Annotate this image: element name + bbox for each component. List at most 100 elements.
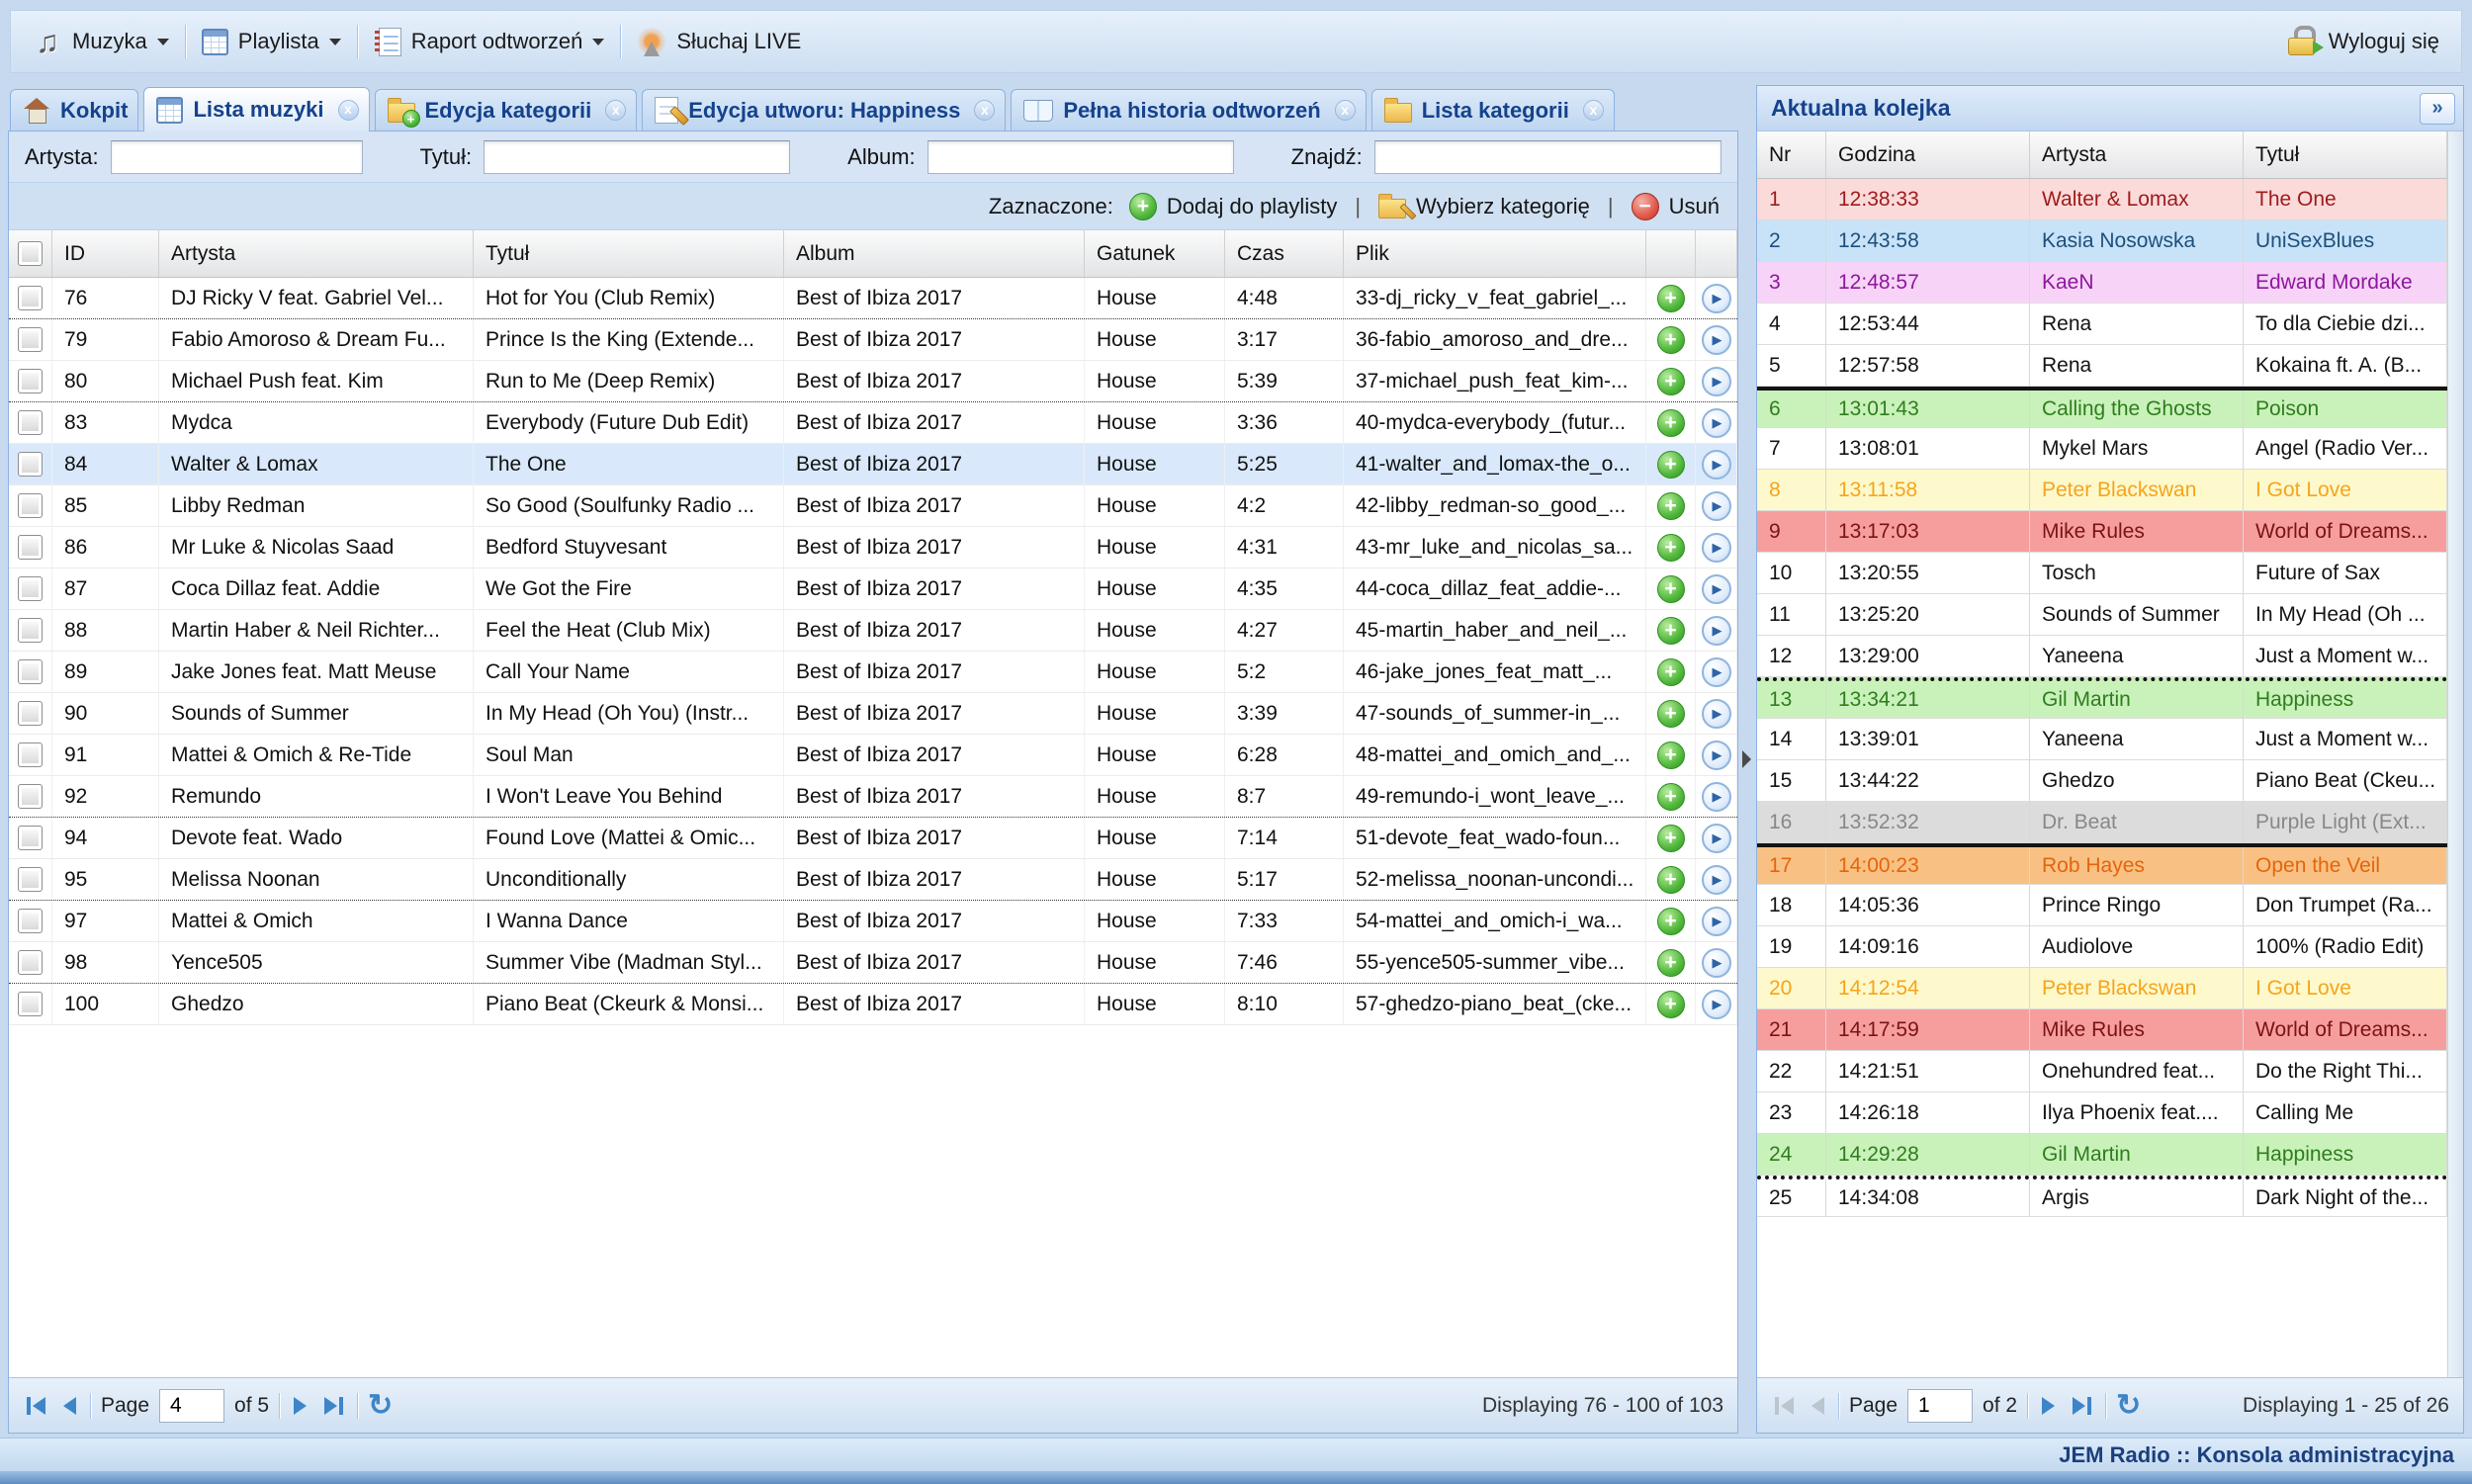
last-page-button[interactable] (320, 1391, 347, 1421)
queue-table-row[interactable]: 17 14:00:23 Rob Hayes Open the Veil (1757, 843, 2447, 885)
menu-raport-odtworzen[interactable]: Raport odtworzeń (366, 24, 613, 60)
next-page-button[interactable] (290, 1391, 310, 1421)
music-table-row[interactable]: 94 Devote feat. Wado Found Love (Mattei … (9, 818, 1737, 859)
tab-lista-muzyki[interactable]: Lista muzyki (143, 87, 369, 131)
play-icon[interactable] (1702, 491, 1731, 521)
column-header-album[interactable]: Album (784, 230, 1085, 277)
play-icon[interactable] (1702, 616, 1731, 646)
music-table-row[interactable]: 95 Melissa Noonan Unconditionally Best o… (9, 859, 1737, 901)
row-checkbox[interactable] (18, 369, 43, 393)
play-icon[interactable] (1702, 657, 1731, 687)
queue-scrollbar[interactable] (2447, 131, 2463, 1377)
queue-table-row[interactable]: 19 14:09:16 Audiolove 100% (Radio Edit) (1757, 926, 2447, 968)
close-icon[interactable] (1583, 100, 1604, 121)
tab-edycja-utworu[interactable]: Edycja utworu: Happiness (642, 89, 1006, 131)
play-icon[interactable] (1702, 408, 1731, 438)
row-checkbox[interactable] (18, 909, 43, 933)
add-to-playlist-icon[interactable] (1657, 575, 1685, 603)
music-table-row[interactable]: 91 Mattei & Omich & Re-Tide Soul Man Bes… (9, 735, 1737, 776)
row-checkbox[interactable] (18, 576, 43, 601)
add-to-playlist-icon[interactable] (1657, 617, 1685, 645)
row-checkbox[interactable] (18, 826, 43, 850)
album-input[interactable] (927, 140, 1234, 174)
queue-table-row[interactable]: 7 13:08:01 Mykel Mars Angel (Radio Ver..… (1757, 428, 2447, 470)
music-table-row[interactable]: 92 Remundo I Won't Leave You Behind Best… (9, 776, 1737, 818)
next-page-button[interactable] (2038, 1391, 2059, 1421)
menu-muzyka[interactable]: Muzyka (25, 20, 177, 64)
row-checkbox[interactable] (18, 659, 43, 684)
queue-table-row[interactable]: 14 13:39:01 Yaneena Just a Moment w... (1757, 719, 2447, 760)
collapse-panel-icon[interactable] (2420, 93, 2455, 125)
music-table-row[interactable]: 88 Martin Haber & Neil Richter... Feel t… (9, 610, 1737, 652)
queue-table-row[interactable]: 24 14:29:28 Gil Martin Happiness (1757, 1134, 2447, 1176)
select-all-header[interactable] (9, 230, 52, 277)
queue-table-row[interactable]: 25 14:34:08 Argis Dark Night of the... (1757, 1176, 2447, 1217)
queue-table-row[interactable]: 11 13:25:20 Sounds of Summer In My Head … (1757, 594, 2447, 636)
play-icon[interactable] (1702, 325, 1731, 355)
add-to-playlist-icon[interactable] (1657, 492, 1685, 520)
music-table-row[interactable]: 86 Mr Luke & Nicolas Saad Bedford Stuyve… (9, 527, 1737, 568)
music-table-row[interactable]: 80 Michael Push feat. Kim Run to Me (Dee… (9, 361, 1737, 402)
add-to-playlist-icon[interactable] (1657, 742, 1685, 769)
row-checkbox[interactable] (18, 327, 43, 352)
play-icon[interactable] (1702, 284, 1731, 313)
queue-table-row[interactable]: 12 13:29:00 Yaneena Just a Moment w... (1757, 636, 2447, 677)
add-to-playlist-icon[interactable] (1657, 326, 1685, 354)
tab-pelna-historia[interactable]: Pełna historia odtworzeń (1011, 89, 1366, 131)
add-to-playlist-icon[interactable] (1657, 451, 1685, 479)
queue-table-row[interactable]: 13 13:34:21 Gil Martin Happiness (1757, 677, 2447, 719)
music-table-row[interactable]: 76 DJ Ricky V feat. Gabriel Vel... Hot f… (9, 278, 1737, 319)
add-to-playlist-icon[interactable] (1657, 783, 1685, 811)
row-checkbox[interactable] (18, 992, 43, 1016)
play-icon[interactable] (1702, 367, 1731, 396)
first-page-button[interactable] (1771, 1391, 1798, 1421)
row-checkbox[interactable] (18, 742, 43, 767)
choose-category-button[interactable]: Wybierz kategorię (1378, 194, 1590, 219)
add-to-playlist-icon[interactable] (1657, 534, 1685, 562)
close-icon[interactable] (974, 100, 995, 121)
row-checkbox[interactable] (18, 535, 43, 560)
add-to-playlist-icon[interactable] (1657, 866, 1685, 894)
column-header-time[interactable]: Czas (1225, 230, 1344, 277)
row-checkbox[interactable] (18, 950, 43, 975)
row-checkbox[interactable] (18, 286, 43, 310)
prev-page-button[interactable] (59, 1391, 80, 1421)
add-to-playlist-icon[interactable] (1657, 285, 1685, 312)
play-icon[interactable] (1702, 533, 1731, 563)
find-input[interactable] (1374, 140, 1722, 174)
queue-column-time[interactable]: Godzina (1826, 131, 2030, 178)
close-icon[interactable] (338, 100, 359, 121)
last-page-button[interactable] (2069, 1391, 2095, 1421)
logout-button[interactable]: Wyloguj się (2279, 22, 2447, 61)
queue-table-row[interactable]: 20 14:12:54 Peter Blackswan I Got Love (1757, 968, 2447, 1009)
queue-table-row[interactable]: 15 13:44:22 Ghedzo Piano Beat (Ckeu... (1757, 760, 2447, 802)
add-to-playlist-icon[interactable] (1657, 908, 1685, 935)
page-number-input[interactable] (1907, 1389, 1973, 1423)
queue-table-row[interactable]: 2 12:43:58 Kasia Nosowska UniSexBlues (1757, 220, 2447, 262)
music-table-row[interactable]: 84 Walter & Lomax The One Best of Ibiza … (9, 444, 1737, 485)
row-checkbox[interactable] (18, 493, 43, 518)
queue-table-row[interactable]: 22 14:21:51 Onehundred feat... Do the Ri… (1757, 1051, 2447, 1092)
queue-table-row[interactable]: 3 12:48:57 KaeN Edward Mordake (1757, 262, 2447, 304)
tab-edycja-kategorii[interactable]: Edycja kategorii (375, 89, 638, 131)
first-page-button[interactable] (23, 1391, 49, 1421)
play-icon[interactable] (1702, 782, 1731, 812)
row-checkbox[interactable] (18, 618, 43, 643)
column-header-id[interactable]: ID (52, 230, 159, 277)
refresh-icon[interactable] (368, 1391, 393, 1421)
music-table-row[interactable]: 97 Mattei & Omich I Wanna Dance Best of … (9, 901, 1737, 942)
queue-column-artist[interactable]: Artysta (2030, 131, 2244, 178)
add-to-playlist-icon[interactable] (1657, 368, 1685, 395)
close-icon[interactable] (1335, 100, 1356, 121)
music-table-row[interactable]: 89 Jake Jones feat. Matt Meuse Call Your… (9, 652, 1737, 693)
delete-button[interactable]: Usuń (1632, 193, 1720, 220)
queue-table-row[interactable]: 6 13:01:43 Calling the Ghosts Poison (1757, 387, 2447, 428)
queue-table-row[interactable]: 18 14:05:36 Prince Ringo Don Trumpet (Ra… (1757, 885, 2447, 926)
row-checkbox[interactable] (18, 867, 43, 892)
row-checkbox[interactable] (18, 452, 43, 477)
page-number-input[interactable] (159, 1389, 224, 1423)
add-to-playlist-icon[interactable] (1657, 700, 1685, 728)
queue-column-nr[interactable]: Nr (1757, 131, 1826, 178)
music-table-row[interactable]: 98 Yence505 Summer Vibe (Madman Styl... … (9, 942, 1737, 984)
menu-playlista[interactable]: Playlista (194, 25, 349, 59)
